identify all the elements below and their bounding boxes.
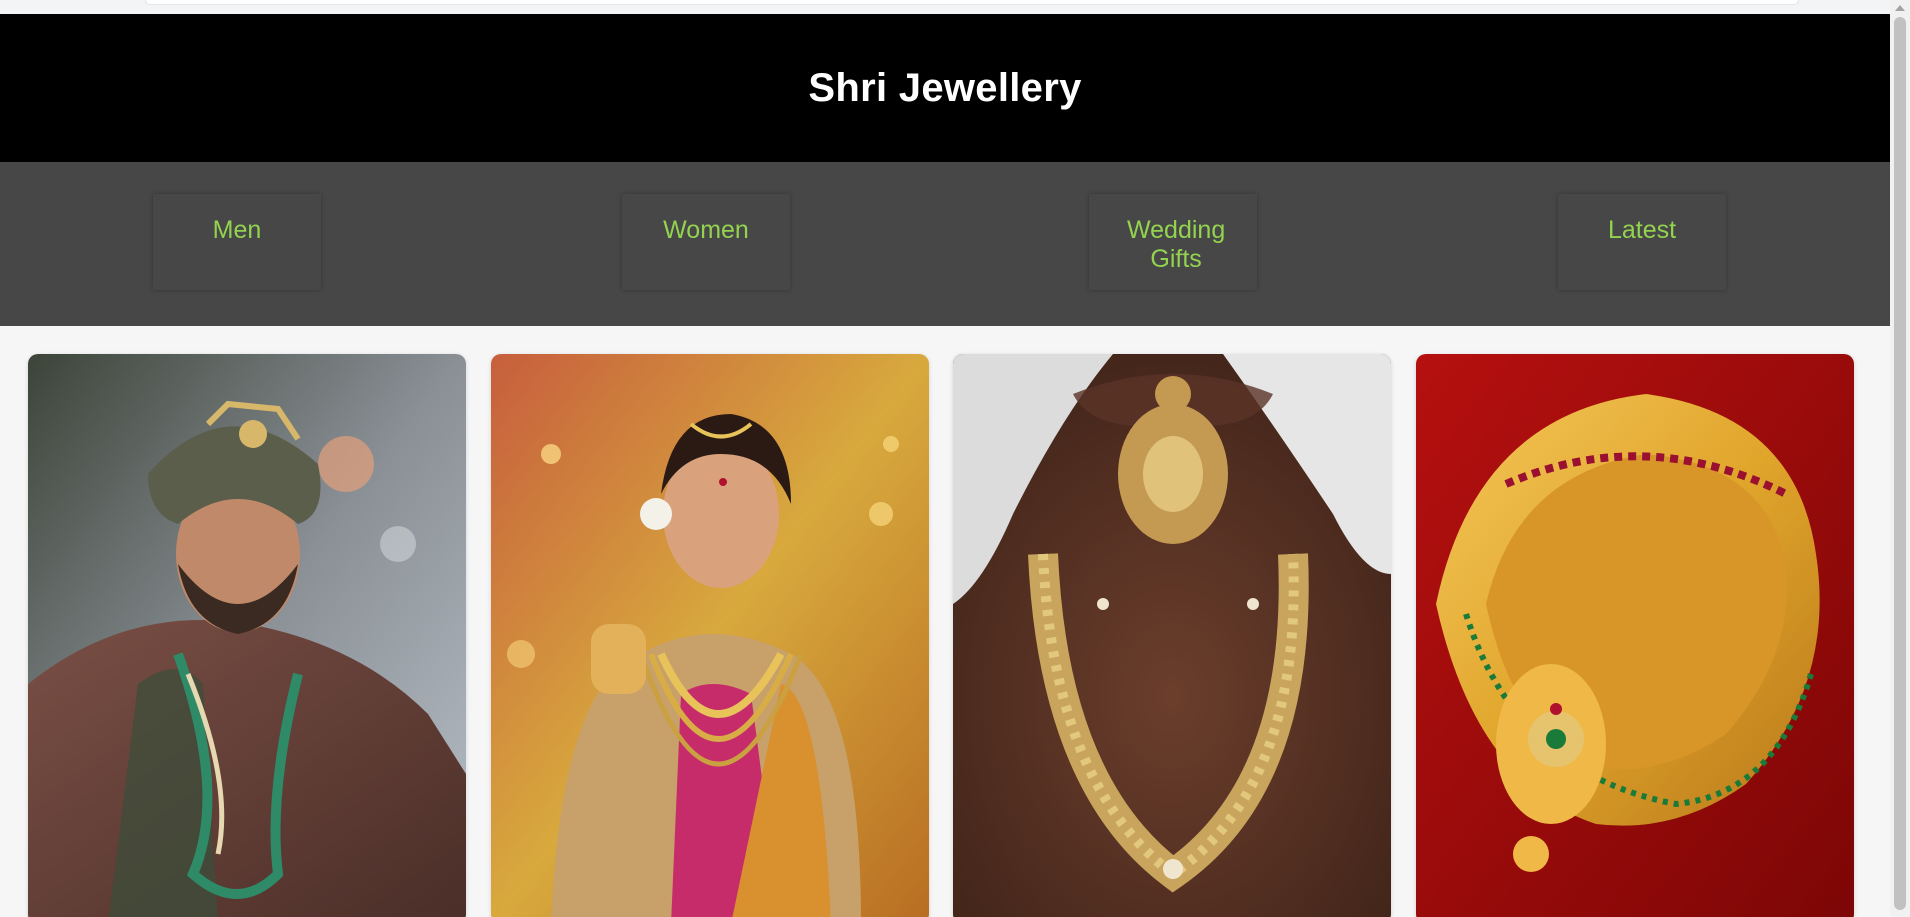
gallery-card-latest[interactable] [1416,354,1854,917]
nav-item-label: Latest [1607,216,1677,244]
scroll-up-arrow-icon[interactable] [1895,5,1905,11]
nav-item-label: Wedding Gifts [1127,216,1226,273]
gallery-card-wedding-gifts[interactable] [953,354,1391,917]
nav-item-wedding-gifts[interactable]: Wedding Gifts [1089,194,1257,290]
nav-item-latest[interactable]: Latest [1558,194,1726,290]
scrollbar-thumb[interactable] [1894,17,1906,910]
antique-gold-necklace-photo [953,354,1391,917]
groom-jewellery-photo [28,354,466,917]
browser-top-strip [0,0,1890,14]
page: Shri Jewellery Men Women Wedding Gifts L… [0,0,1910,917]
nav-item-label: Men [212,216,262,244]
gallery-card-men[interactable] [28,354,466,917]
bride-jewellery-photo [491,354,929,917]
page-scrollbar[interactable] [1890,0,1910,917]
nav-item-women[interactable]: Women [622,194,790,290]
gold-choker-photo [1416,354,1854,917]
site-header: Shri Jewellery [0,14,1890,162]
top-bar-edge [145,0,1799,5]
site-title: Shri Jewellery [808,65,1082,110]
nav-item-men[interactable]: Men [153,194,321,290]
nav-item-label: Women [663,216,749,244]
gallery-card-women[interactable] [491,354,929,917]
main-nav: Men Women Wedding Gifts Latest [0,162,1890,326]
product-gallery [0,326,1890,917]
